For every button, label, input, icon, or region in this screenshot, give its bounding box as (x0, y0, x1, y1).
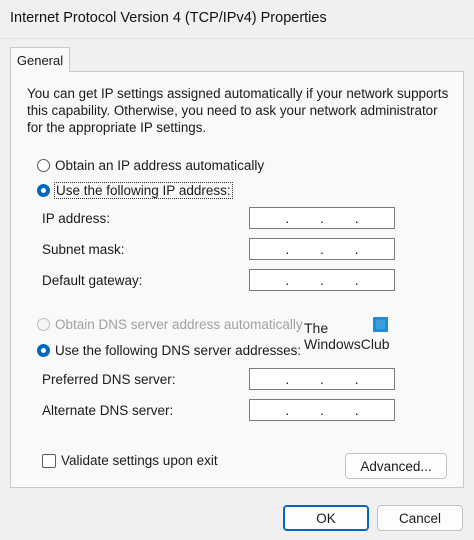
default-gateway-label: Default gateway: (42, 273, 143, 288)
radio-unselected-icon[interactable] (37, 159, 50, 172)
watermark-line: WindowsClub (304, 336, 390, 352)
radio-disabled-icon[interactable] (37, 318, 50, 331)
description-line: for the appropriate IP settings. (27, 120, 207, 135)
ok-button[interactable]: OK (283, 505, 369, 531)
octet-separator: . (285, 210, 290, 226)
titlebar-divider (0, 38, 474, 39)
validate-option[interactable]: Validate settings upon exit (42, 453, 218, 468)
octet-separator: . (285, 272, 290, 288)
ip-manual-label: Use the following IP address: (54, 182, 233, 199)
radio-selected-icon[interactable] (37, 344, 50, 357)
octet-separator: . (320, 241, 324, 257)
advanced-button[interactable]: Advanced... (345, 453, 447, 479)
tab-general[interactable]: General (10, 47, 70, 72)
radio-selected-icon[interactable] (37, 184, 50, 197)
subnet-mask-label: Subnet mask: (42, 242, 125, 257)
ip-manual-option[interactable]: Use the following IP address: (37, 182, 233, 199)
octet-separator: . (285, 241, 290, 257)
dns-manual-label: Use the following DNS server addresses: (55, 343, 302, 358)
octet-separator: . (285, 371, 290, 387)
dns-auto-label: Obtain DNS server address automatically (55, 317, 303, 332)
ip-address-input[interactable]: . . . (249, 207, 395, 229)
ip-address-label: IP address: (42, 211, 111, 226)
description-text: You can get IP settings assigned automat… (27, 85, 449, 136)
preferred-dns-label: Preferred DNS server: (42, 372, 176, 387)
validate-label: Validate settings upon exit (61, 453, 218, 468)
octet-separator: . (285, 402, 290, 418)
octet-separator: . (320, 402, 324, 418)
alternate-dns-input[interactable]: . . . (249, 399, 395, 421)
ip-auto-label: Obtain an IP address automatically (55, 158, 265, 173)
octet-separator: . (354, 210, 359, 226)
subnet-mask-input[interactable]: . . . (249, 238, 395, 260)
dns-manual-option[interactable]: Use the following DNS server addresses: (37, 343, 301, 358)
preferred-dns-input[interactable]: . . . (249, 368, 395, 390)
alternate-dns-label: Alternate DNS server: (42, 403, 174, 418)
dns-auto-option[interactable]: Obtain DNS server address automatically (37, 317, 303, 332)
description-line: You can get IP settings assigned automat… (27, 86, 449, 101)
octet-separator: . (354, 241, 359, 257)
ip-auto-option[interactable]: Obtain an IP address automatically (37, 158, 264, 173)
checkbox-icon[interactable] (42, 453, 56, 468)
default-gateway-input[interactable]: . . . (249, 269, 395, 291)
octet-separator: . (354, 272, 359, 288)
cancel-button[interactable]: Cancel (377, 505, 463, 531)
octet-separator: . (320, 210, 324, 226)
windowsclub-logo-icon (373, 317, 388, 332)
window-title: Internet Protocol Version 4 (TCP/IPv4) P… (10, 10, 327, 26)
octet-separator: . (320, 272, 324, 288)
octet-separator: . (354, 402, 359, 418)
description-line: this capability. Otherwise, you need to … (27, 103, 438, 118)
octet-separator: . (354, 371, 359, 387)
octet-separator: . (320, 371, 324, 387)
